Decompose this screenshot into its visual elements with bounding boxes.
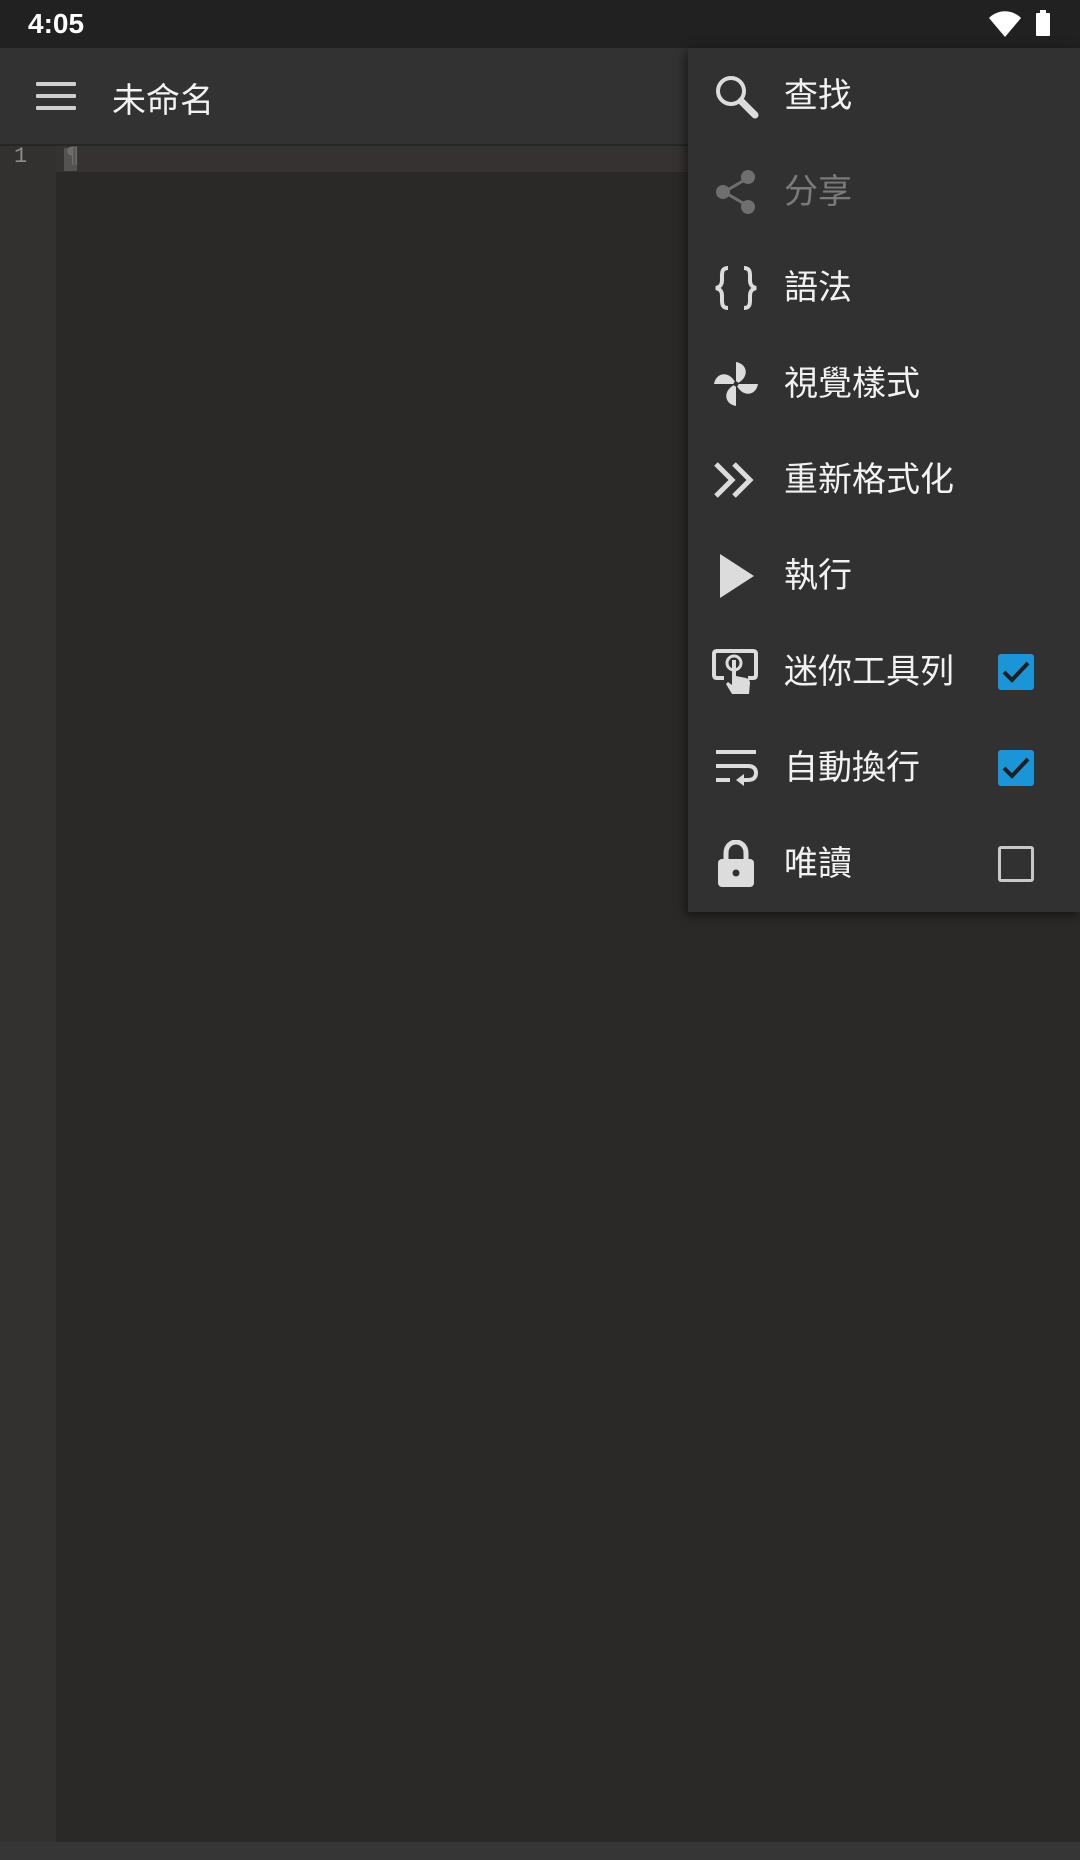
menu-item-mini-toolbar[interactable]: 迷你工具列 bbox=[688, 624, 1080, 720]
word-wrap-checkbox[interactable] bbox=[998, 750, 1034, 786]
menu-item-syntax[interactable]: 語法 bbox=[688, 240, 1080, 336]
menu-item-label: 執行 bbox=[784, 556, 852, 596]
curly-braces-icon bbox=[715, 266, 757, 310]
menu-item-label: 語法 bbox=[784, 268, 852, 308]
checkmark-icon bbox=[1002, 661, 1030, 683]
wifi-icon bbox=[989, 11, 1021, 37]
menu-item-share[interactable]: 分享 bbox=[688, 144, 1080, 240]
wrap-text-icon bbox=[716, 750, 759, 786]
navigation-bar bbox=[0, 1842, 1080, 1860]
status-time: 4:05 bbox=[28, 8, 85, 39]
lock-icon bbox=[718, 840, 754, 887]
line-end-marker[interactable]: ¶ bbox=[66, 144, 79, 169]
hamburger-menu-icon[interactable] bbox=[36, 78, 76, 114]
search-icon bbox=[716, 76, 759, 119]
touch-app-icon bbox=[712, 649, 758, 694]
menu-item-label: 重新格式化 bbox=[784, 460, 954, 500]
menu-item-label: 自動換行 bbox=[784, 748, 920, 788]
line-number-gutter bbox=[0, 146, 56, 1842]
overflow-menu: 查找 分享 語法 視覺樣式 重新格式化 執行 迷你工具列 自動換行 唯讀 bbox=[688, 48, 1080, 912]
menu-item-find[interactable]: 查找 bbox=[688, 48, 1080, 144]
battery-icon bbox=[1036, 10, 1050, 36]
share-icon bbox=[716, 170, 755, 214]
document-title: 未命名 bbox=[112, 81, 214, 121]
line-number: 1 bbox=[14, 144, 28, 169]
double-chevron-right-icon bbox=[714, 462, 754, 498]
menu-item-word-wrap[interactable]: 自動換行 bbox=[688, 720, 1080, 816]
menu-item-label: 分享 bbox=[784, 172, 852, 212]
pinwheel-icon bbox=[714, 362, 758, 406]
mini-toolbar-checkbox[interactable] bbox=[998, 654, 1034, 690]
read-only-checkbox[interactable] bbox=[998, 846, 1034, 882]
menu-item-visual-style[interactable]: 視覺樣式 bbox=[688, 336, 1080, 432]
menu-item-read-only[interactable]: 唯讀 bbox=[688, 816, 1080, 912]
menu-item-run[interactable]: 執行 bbox=[688, 528, 1080, 624]
menu-item-reformat[interactable]: 重新格式化 bbox=[688, 432, 1080, 528]
menu-item-label: 視覺樣式 bbox=[784, 364, 920, 404]
menu-item-label: 迷你工具列 bbox=[784, 652, 954, 692]
menu-item-label: 查找 bbox=[784, 76, 852, 116]
checkmark-icon bbox=[1002, 757, 1030, 779]
menu-item-label: 唯讀 bbox=[784, 844, 852, 884]
play-icon bbox=[720, 554, 754, 598]
status-bar: 4:05 bbox=[0, 0, 1080, 48]
